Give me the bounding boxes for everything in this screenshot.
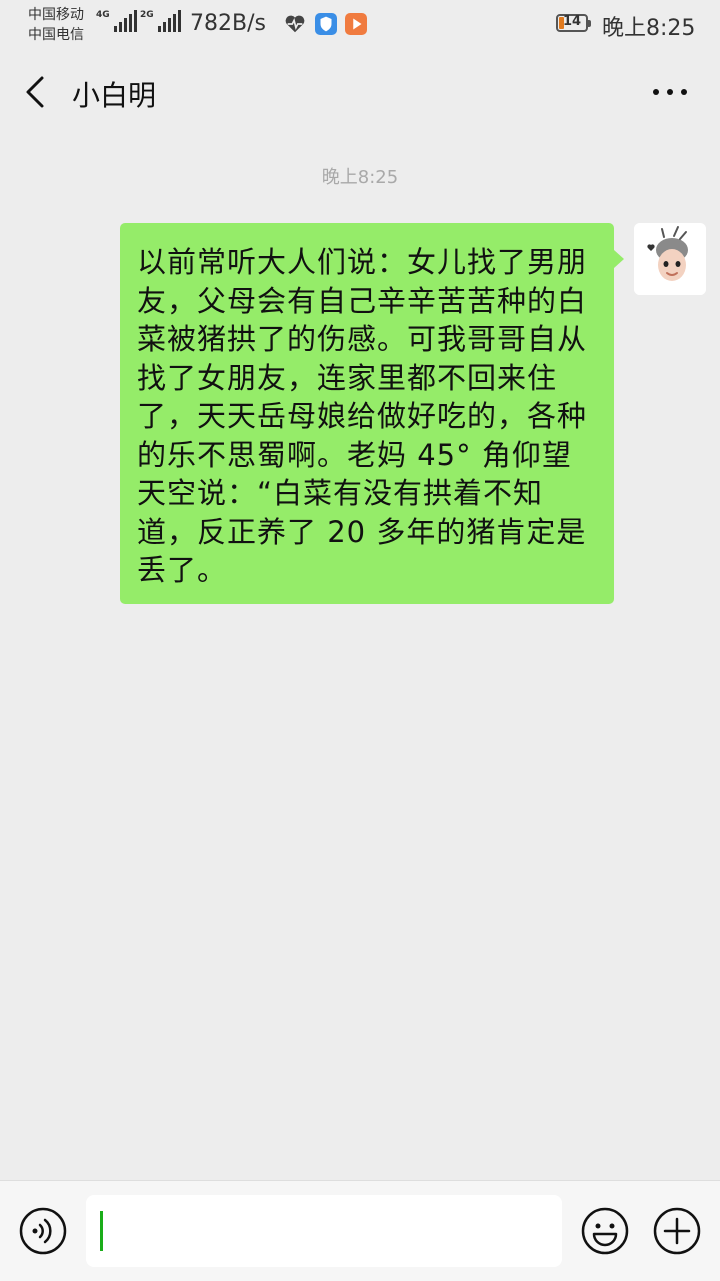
bubble-tail xyxy=(614,250,624,268)
status-bar: 中国移动 中国电信 4G 2G 782B/s 14 晚上8:25 xyxy=(0,0,720,50)
back-chevron-icon[interactable] xyxy=(22,74,52,110)
message-input[interactable] xyxy=(86,1195,562,1267)
heartbeat-icon xyxy=(285,15,305,33)
message-timestamp: 晚上8:25 xyxy=(321,167,399,188)
shield-icon xyxy=(315,13,337,35)
emoji-icon[interactable] xyxy=(580,1206,630,1256)
voice-icon[interactable] xyxy=(18,1206,68,1256)
text-caret xyxy=(100,1211,103,1251)
input-bar xyxy=(0,1180,720,1281)
more-dots-icon[interactable] xyxy=(650,80,690,104)
message-bubble[interactable]: 以前常听大人们说：女儿找了男朋友，父母会有自己辛辛苦苦种的白菜被猪拱了的伤感。可… xyxy=(120,223,614,604)
status-time: 晚上8:25 xyxy=(602,16,696,41)
network-speed: 782B/s xyxy=(190,11,266,36)
carrier-1: 中国移动 xyxy=(28,7,84,23)
carrier-2: 中国电信 xyxy=(28,27,84,43)
video-play-icon xyxy=(345,13,367,35)
avatar[interactable] xyxy=(634,223,706,295)
signal-strength-2-icon: 2G xyxy=(140,10,181,32)
signal-strength-1-icon: 4G xyxy=(96,10,137,32)
plus-icon[interactable] xyxy=(652,1206,702,1256)
battery-icon: 14 xyxy=(556,14,591,32)
chat-header: 小白明 xyxy=(0,50,720,134)
carrier-labels: 中国移动 中国电信 xyxy=(28,5,84,45)
memoji-avatar-icon xyxy=(634,223,706,295)
battery-level: 14 xyxy=(562,14,582,29)
chat-title: 小白明 xyxy=(72,79,157,112)
